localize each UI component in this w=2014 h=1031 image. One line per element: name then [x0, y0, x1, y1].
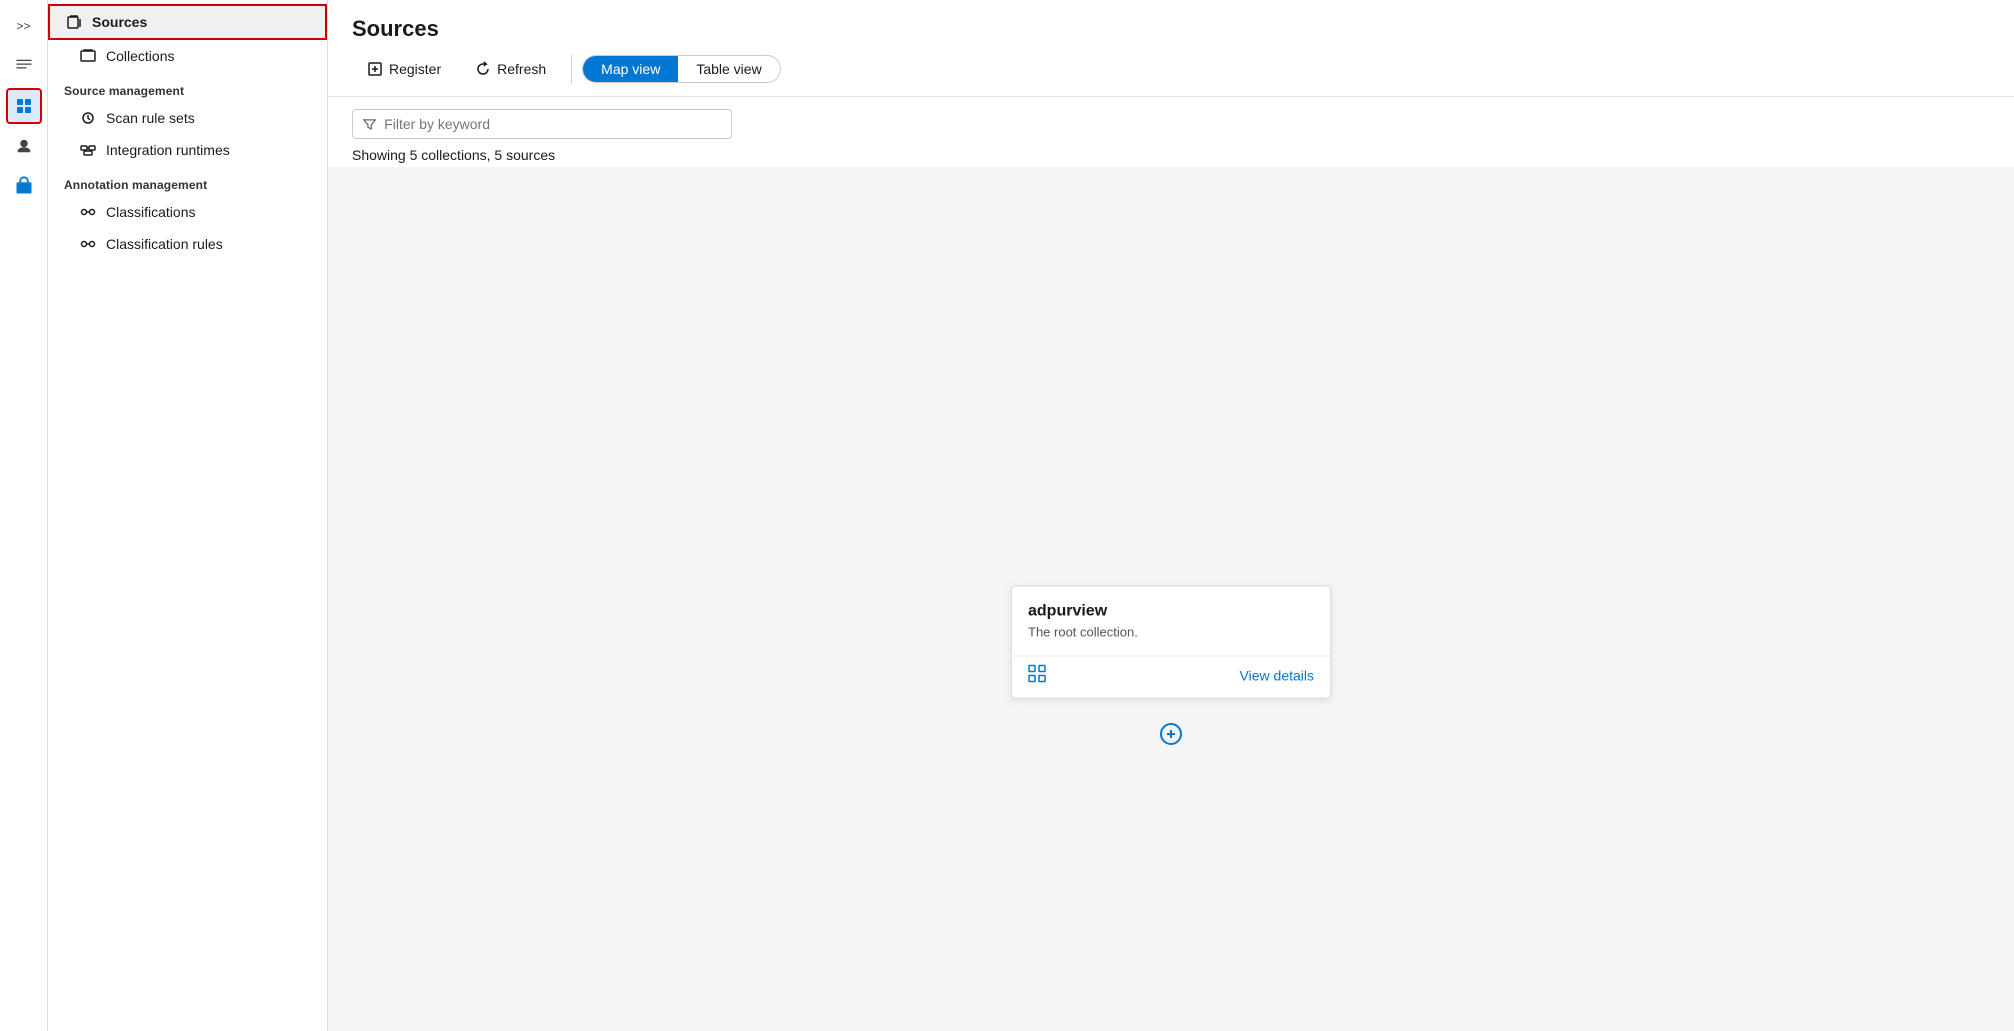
- annotation-management-section: Annotation management: [48, 166, 327, 196]
- icon-rail: >>: [0, 0, 48, 1031]
- filter-input-wrap: [352, 109, 732, 139]
- view-details-link[interactable]: View details: [1240, 667, 1314, 683]
- map-view-button[interactable]: Map view: [583, 56, 678, 82]
- expand-icon[interactable]: [1159, 722, 1183, 746]
- sidebar-item-sources[interactable]: Sources: [48, 4, 327, 40]
- home-icon-button[interactable]: [6, 48, 42, 84]
- filter-bar: [328, 97, 2014, 139]
- main-content: Sources Register Refresh Map: [328, 0, 2014, 1031]
- refresh-icon: [475, 61, 491, 77]
- view-toggle: Map view Table view: [582, 55, 781, 83]
- collapse-rail-button[interactable]: >>: [6, 8, 42, 44]
- sidebar-item-sources-label: Sources: [92, 14, 147, 30]
- card-footer: View details: [1012, 656, 1330, 698]
- home-icon: [14, 56, 34, 76]
- refresh-button[interactable]: Refresh: [460, 54, 561, 84]
- scan-rule-sets-icon: [80, 110, 96, 126]
- integration-runtimes-icon: [80, 142, 96, 158]
- sidebar-item-integration-runtimes-label: Integration runtimes: [106, 142, 230, 158]
- main-header: Sources Register Refresh Map: [328, 0, 2014, 97]
- sidebar-item-integration-runtimes[interactable]: Integration runtimes: [48, 134, 327, 166]
- filter-input[interactable]: [384, 116, 721, 132]
- toolbar-divider: [571, 55, 572, 83]
- sidebar-item-classification-rules-label: Classification rules: [106, 236, 223, 252]
- classification-rules-icon: [80, 236, 96, 252]
- card-subtitle: The root collection.: [1028, 625, 1314, 640]
- plus-circle-icon: [1159, 722, 1183, 746]
- map-area[interactable]: adpurview The root collection. View deta…: [328, 167, 2014, 1031]
- register-icon: [367, 61, 383, 77]
- toolbar: Register Refresh Map view Table view: [352, 54, 1990, 84]
- sidebar: Sources Collections Source management Sc…: [48, 0, 328, 1031]
- insights-icon-button[interactable]: [6, 128, 42, 164]
- register-button[interactable]: Register: [352, 54, 456, 84]
- classifications-icon: [80, 204, 96, 220]
- refresh-label: Refresh: [497, 61, 546, 77]
- management-icon-button[interactable]: [6, 168, 42, 204]
- register-label: Register: [389, 61, 441, 77]
- data-icon-button[interactable]: [6, 88, 42, 124]
- showing-text: Showing 5 collections, 5 sources: [328, 139, 2014, 167]
- collection-card: adpurview The root collection. View deta…: [1011, 586, 1331, 699]
- source-management-section: Source management: [48, 72, 327, 102]
- collections-icon: [80, 48, 96, 64]
- sidebar-item-scan-rule-sets-label: Scan rule sets: [106, 110, 195, 126]
- data-catalog-icon: [14, 96, 34, 116]
- sources-icon: [66, 14, 82, 30]
- sidebar-item-collections-label: Collections: [106, 48, 174, 64]
- sidebar-item-collections[interactable]: Collections: [48, 40, 327, 72]
- card-grid-icon: [1028, 665, 1046, 686]
- card-body: adpurview The root collection.: [1012, 587, 1330, 648]
- insights-icon: [14, 136, 34, 156]
- sidebar-item-classifications[interactable]: Classifications: [48, 196, 327, 228]
- management-icon: [14, 176, 34, 196]
- sidebar-item-scan-rule-sets[interactable]: Scan rule sets: [48, 102, 327, 134]
- sidebar-item-classification-rules[interactable]: Classification rules: [48, 228, 327, 260]
- filter-icon: [363, 117, 376, 131]
- table-view-button[interactable]: Table view: [678, 56, 779, 82]
- card-title: adpurview: [1028, 603, 1314, 621]
- page-title: Sources: [352, 16, 1990, 42]
- sidebar-item-classifications-label: Classifications: [106, 204, 195, 220]
